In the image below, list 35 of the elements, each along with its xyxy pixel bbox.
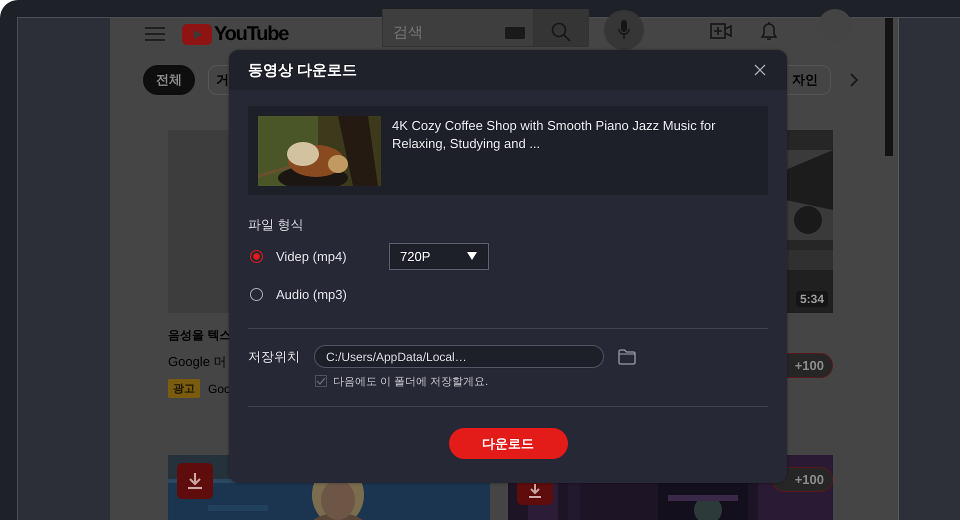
close-icon[interactable] <box>754 64 766 76</box>
option-label[interactable]: Audio (mp3) <box>276 286 389 302</box>
microphone-icon <box>618 20 630 40</box>
caret-down-icon <box>467 252 477 260</box>
checkbox[interactable] <box>315 375 327 387</box>
quality-dropdown[interactable]: 720P <box>389 242 489 270</box>
section-label: 파일 형식 <box>248 216 305 234</box>
radio-button[interactable] <box>250 250 263 262</box>
folder-icon[interactable] <box>618 348 636 364</box>
channel-name: Google 머 <box>168 353 227 371</box>
scrollbar[interactable] <box>885 18 893 156</box>
radio-button[interactable] <box>250 288 263 300</box>
download-button[interactable]: 다운로드 <box>448 428 568 459</box>
microphone-button[interactable] <box>604 10 644 50</box>
ad-badge: 광고 <box>168 379 200 398</box>
search-icon <box>551 22 572 42</box>
bell-icon[interactable] <box>760 20 778 42</box>
chevron-right-icon[interactable] <box>850 73 858 87</box>
option-label[interactable]: Videp (mp4) <box>276 248 389 264</box>
checkbox-label[interactable]: 다음에도 이 폴더에 저장할게요. <box>333 374 488 388</box>
download-icon <box>187 472 203 490</box>
filter-chip[interactable]: 전체 <box>143 65 195 95</box>
video-plus-icon[interactable] <box>710 23 732 39</box>
keyboard-icon[interactable] <box>505 27 526 39</box>
menu-icon[interactable] <box>145 26 165 42</box>
download-icon <box>528 483 542 499</box>
search-button[interactable] <box>534 9 590 47</box>
path-field[interactable]: C:/Users/AppData/Local… <box>314 345 604 368</box>
download-button[interactable] <box>177 463 213 499</box>
video-title: 4K Cozy Coffee Shop with Smooth Piano Jazz Music for Relaxing, Studying and ... <box>392 117 716 153</box>
search-field[interactable]: 검색 <box>382 9 534 47</box>
dialog-title: 동영상 다운로드 <box>248 60 358 80</box>
field-label: 저장위치 <box>248 348 301 366</box>
play-icon <box>182 24 212 44</box>
video-duration: 5:34 <box>796 291 828 307</box>
